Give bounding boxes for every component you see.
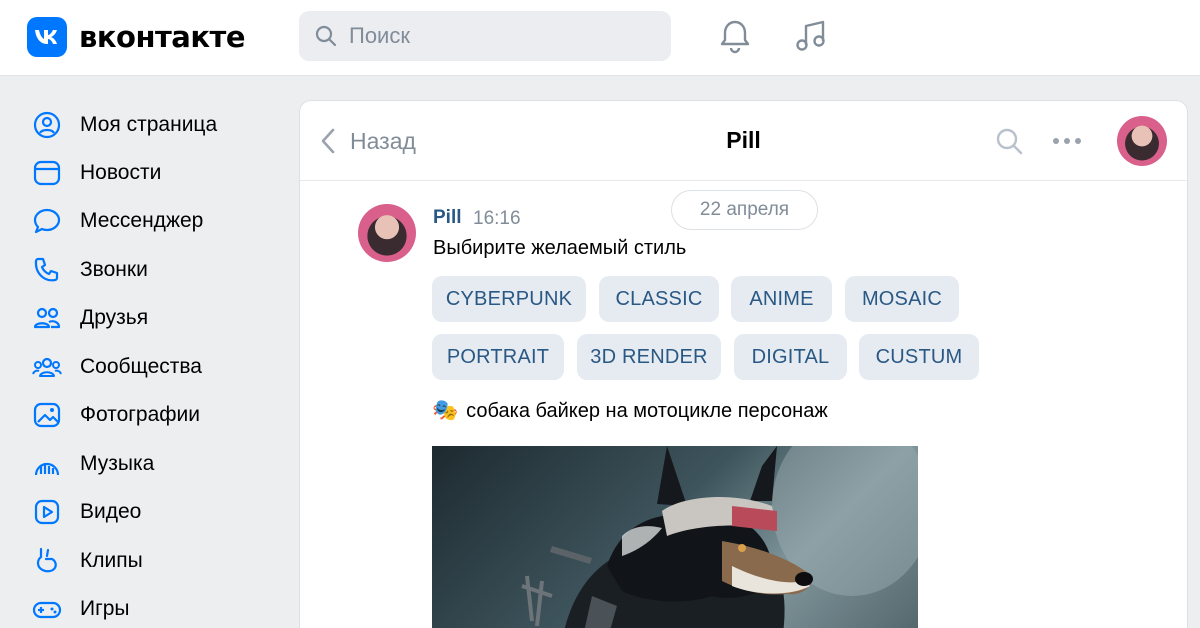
sidebar-item-my-page[interactable]: Моя страница [30,105,280,145]
prompt-text: собака байкер на мотоцикле персонаж [466,399,828,422]
prompt-line: 🎭 собака байкер на мотоцикле персонаж [432,399,828,423]
top-header: вконтакте [0,0,1200,76]
sidebar-item-video[interactable]: Видео [30,492,280,532]
sidebar-item-games[interactable]: Игры [30,589,280,628]
message-text: Выбирите желаемый стиль [433,237,687,259]
gamepad-icon [30,592,64,626]
sidebar-item-label: Новости [80,161,162,184]
message-time: 16:16 [473,208,521,229]
style-button-cyberpunk[interactable]: CYBERPUNK [432,276,586,322]
chat-avatar[interactable] [1117,116,1167,166]
sidebar-item-news[interactable]: Новости [30,153,280,193]
style-button-custum[interactable]: CUSTUM [859,334,979,380]
date-separator: 22 апреля [671,190,818,230]
sidebar-item-label: Моя страница [80,113,218,136]
style-button-mosaic[interactable]: MOSAIC [845,276,959,322]
sidebar-item-music[interactable]: Музыка [30,444,280,484]
author-avatar[interactable] [358,204,416,262]
sidebar-item-label: Игры [80,597,130,620]
news-icon [30,156,64,190]
sidebar-item-label: Мессенджер [80,209,204,232]
sidebar-item-label: Клипы [80,549,143,572]
sidebar-item-communities[interactable]: Сообщества [30,347,280,387]
sidebar-item-clips[interactable]: Клипы [30,541,280,581]
search-icon[interactable] [991,123,1027,159]
bell-icon[interactable] [715,16,755,56]
style-button-anime[interactable]: ANIME [731,276,832,322]
photo-icon [30,398,64,432]
message-author[interactable]: Pill [433,207,462,229]
video-icon [30,495,64,529]
theater-masks-icon: 🎭 [432,399,459,422]
search-bar[interactable] [299,11,671,61]
search-icon [315,25,337,47]
chat-header: Назад Pill [300,101,1187,181]
phone-icon [30,253,64,287]
chat-panel: Назад Pill 22 апреля Pill 16:16 Выбирите… [299,100,1188,628]
sidebar-item-label: Сообщества [80,355,202,378]
brand-name: вконтакте [79,20,246,54]
sidebar-item-friends[interactable]: Друзья [30,298,280,338]
sidebar-item-label: Фотографии [80,403,201,426]
sidebar-item-label: Видео [80,500,142,523]
vk-logo[interactable]: вконтакте [27,17,246,57]
more-options-icon[interactable] [1049,123,1085,159]
communities-icon [30,350,64,384]
chat-bubble-icon [30,204,64,238]
style-button-3d-render[interactable]: 3D RENDER [577,334,721,380]
profile-icon [30,108,64,142]
sidebar-item-label: Звонки [80,258,148,281]
sidebar-item-label: Друзья [80,306,149,329]
friends-icon [30,301,64,335]
music-icon [30,447,64,481]
sidebar-item-messenger[interactable]: Мессенджер [30,201,280,241]
clips-icon [30,544,64,578]
vk-logo-icon [27,17,67,57]
style-button-classic[interactable]: CLASSIC [599,276,719,322]
sidebar-item-photos[interactable]: Фотографии [30,395,280,435]
search-input[interactable] [349,23,649,49]
generated-image[interactable] [432,446,918,628]
music-note-icon[interactable] [791,16,831,56]
style-button-digital[interactable]: DIGITAL [734,334,847,380]
sidebar-item-calls[interactable]: Звонки [30,250,280,290]
style-button-portrait[interactable]: PORTRAIT [432,334,564,380]
sidebar-item-label: Музыка [80,452,155,475]
